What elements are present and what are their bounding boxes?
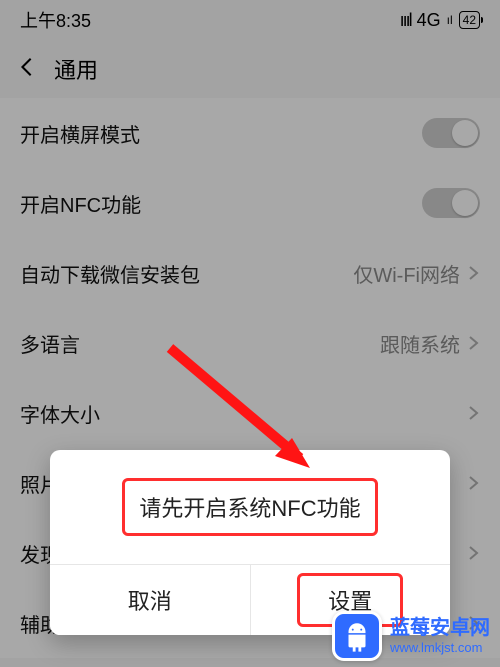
- cancel-label: 取消: [100, 576, 200, 624]
- dialog: 请先开启系统NFC功能 取消 设置: [50, 450, 450, 635]
- watermark-url: www.lmkjst.com: [390, 640, 490, 656]
- watermark: 蓝莓安卓网 www.lmkjst.com: [332, 611, 490, 661]
- screen: 上午8:35 ıııl 4G ıl 42 通用 开启横屏模式 开启NFC功能 自…: [0, 0, 500, 667]
- dialog-title: 请先开启系统NFC功能: [122, 478, 377, 536]
- watermark-name: 蓝莓安卓网: [390, 616, 490, 640]
- cancel-button[interactable]: 取消: [50, 565, 250, 635]
- android-icon: [332, 611, 382, 661]
- modal-overlay[interactable]: 请先开启系统NFC功能 取消 设置: [0, 0, 500, 667]
